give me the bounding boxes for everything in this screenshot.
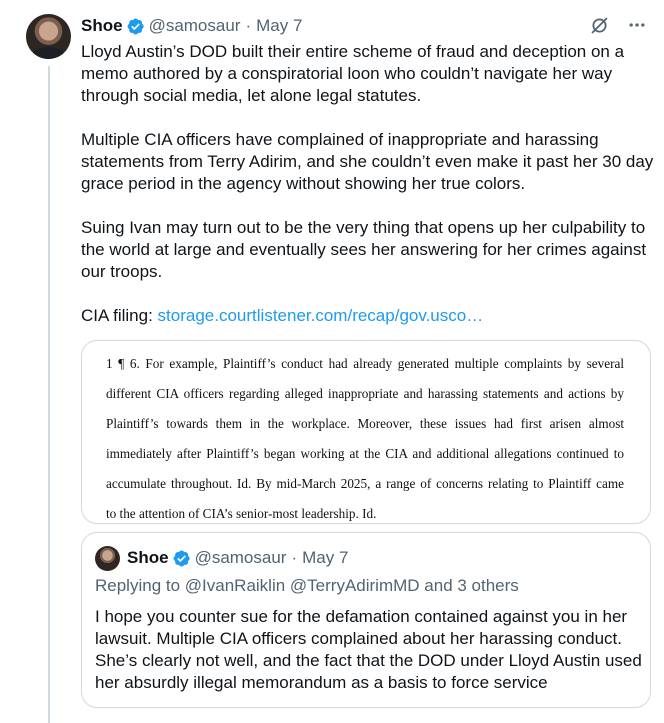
header-separator: · [245,16,252,35]
tweet-text: Lloyd Austin’s DOD built their entire sc… [81,41,661,327]
verified-badge-icon [126,17,145,36]
quoted-author-name: Shoe [127,548,169,567]
replying-to-others: 3 others [457,576,519,595]
quoted-tweet-text: I hope you counter sue for the defamatio… [95,607,642,692]
quoted-header-separator: · [291,548,298,567]
quoted-avatar [95,546,120,571]
replying-to: Replying to @IvanRaiklin @TerryAdirimMD … [95,576,519,596]
document-line: different CIA officers regarding alleged… [106,386,624,401]
tweet-date[interactable]: May 7 [256,16,302,36]
document-line: Plaintiff’s towards them in the workplac… [106,416,624,431]
document-line: accumulate throughout. Id. By mid-March … [106,476,624,491]
avatar[interactable] [26,14,71,59]
tweet-paragraph: Suing Ivan may turn out to be the very t… [81,218,647,281]
tweet-paragraph: Lloyd Austin’s DOD built their entire sc… [81,42,625,105]
quoted-tweet-date: May 7 [302,548,349,567]
tweet-paragraph: Multiple CIA officers have complained of… [81,130,654,193]
author-name[interactable]: Shoe [81,16,123,36]
tweet-actions [588,14,648,36]
replying-to-and: and [419,576,458,595]
verified-badge-icon [172,549,191,568]
more-icon[interactable] [626,14,648,36]
replying-to-label: Replying to [95,576,185,595]
document-line: immediately after Plaintiff’s began work… [106,446,624,461]
document-line: 1 ¶ 6. For example, Plaintiff’s conduct … [106,356,624,371]
filing-label: CIA filing: [81,306,158,325]
document-line: to the attention of CIA’s senior-most le… [106,506,377,521]
quoted-author-handle: @samosaur [194,548,287,567]
filing-link[interactable]: storage.courtlistener.com/recap/gov.usco… [158,306,484,325]
tweet-header: Shoe @samosaur · May 7 [81,15,302,37]
grok-icon[interactable] [588,14,610,36]
thread-connector-line [48,66,50,723]
filing-line: CIA filing: storage.courtlistener.com/re… [81,305,661,327]
quoted-tweet-header: Shoe @samosaur · May 7 [127,547,348,569]
author-handle[interactable]: @samosaur [149,16,241,36]
quoted-tweet-card[interactable]: Shoe @samosaur · May 7 Replying to @Ivan… [81,532,651,708]
attached-document-image[interactable]: 1 ¶ 6. For example, Plaintiff’s conduct … [81,340,651,524]
document-text: 1 ¶ 6. For example, Plaintiff’s conduct … [106,349,624,523]
replying-to-users: @IvanRaiklin @TerryAdirimMD [184,576,420,595]
